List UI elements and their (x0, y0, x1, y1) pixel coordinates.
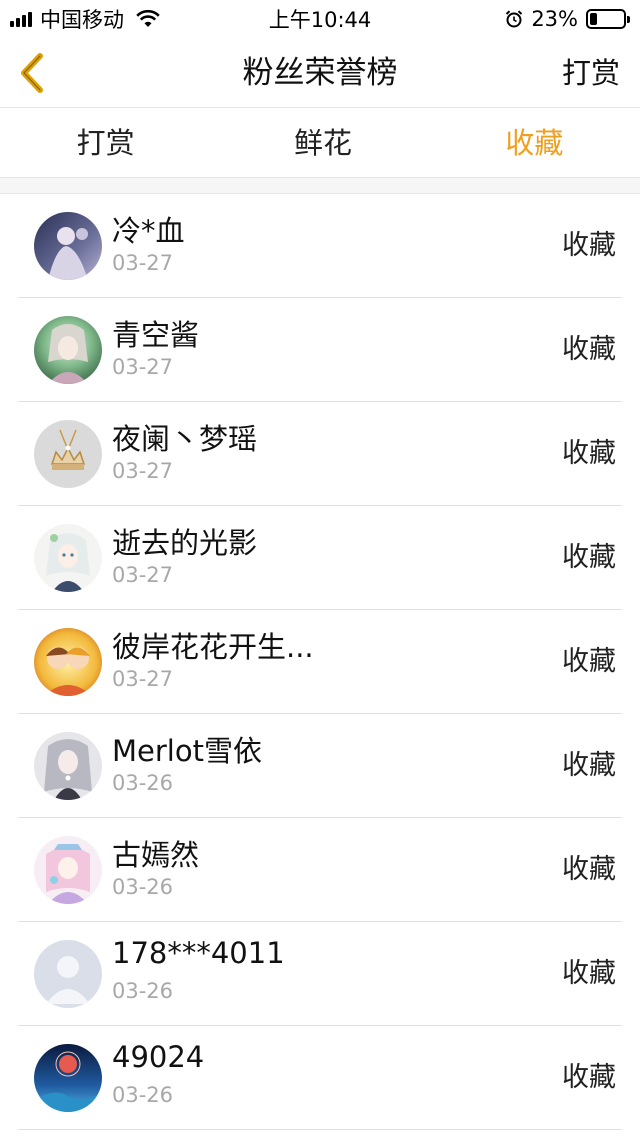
fan-name: 彼岸花花开生... (112, 630, 314, 664)
fan-date: 03-26 (112, 1083, 174, 1107)
list-item[interactable]: Merlot雪依 03-26 收藏 (18, 714, 622, 818)
avatar[interactable] (34, 1044, 102, 1112)
fan-date: 03-26 (112, 771, 174, 795)
list-item[interactable]: 彼岸花花开生... 03-27 收藏 (18, 610, 622, 714)
chevron-left-icon (21, 53, 43, 93)
fan-date: 03-27 (112, 667, 174, 691)
fan-name: 逝去的光影 (112, 526, 258, 560)
section-divider (0, 178, 640, 194)
avatar[interactable] (34, 420, 102, 488)
avatar[interactable] (34, 524, 102, 592)
fan-action: 收藏 (562, 1062, 616, 1093)
avatar[interactable] (34, 836, 102, 904)
alarm-icon (506, 10, 523, 28)
avatar[interactable] (34, 628, 102, 696)
fan-action: 收藏 (562, 854, 616, 885)
list-item[interactable]: 逝去的光影 03-27 收藏 (18, 506, 622, 610)
battery-fill (590, 13, 598, 25)
fan-action: 收藏 (562, 438, 616, 469)
fan-name: 青空酱 (112, 318, 200, 352)
fan-action: 收藏 (562, 334, 616, 365)
fan-date: 03-26 (112, 875, 174, 899)
list-item[interactable]: 青空酱 03-27 收藏 (18, 298, 622, 402)
fan-action: 收藏 (562, 542, 616, 573)
fan-name: 夜阑丶梦瑶 (112, 422, 258, 456)
fan-name: 178***4011 (112, 936, 285, 970)
fan-action: 收藏 (562, 646, 616, 677)
fan-name: 古嫣然 (112, 838, 200, 872)
avatar[interactable] (34, 940, 102, 1008)
fan-action: 收藏 (562, 958, 616, 989)
tip-button[interactable]: 打赏 (562, 38, 620, 108)
fan-list: 冷*血 03-27 收藏 青空酱 03-27 收藏 夜阑丶梦瑶 03-27 收藏 (0, 194, 640, 1130)
fan-date: 03-27 (112, 355, 174, 379)
avatar[interactable] (34, 212, 102, 280)
fan-date: 03-27 (112, 251, 174, 275)
list-item[interactable]: 夜阑丶梦瑶 03-27 收藏 (18, 402, 622, 506)
tab-flowers[interactable]: 鲜花 (217, 108, 428, 177)
fan-name: 冷*血 (112, 214, 185, 248)
tab-bar: 打赏 鲜花 收藏 (0, 108, 640, 178)
fan-name: Merlot雪依 (112, 734, 262, 768)
fan-date: 03-26 (112, 979, 174, 1003)
tab-favorites[interactable]: 收藏 (429, 108, 640, 177)
status-bar: 中国移动 上午10:44 23% (0, 0, 640, 38)
fan-name: 49024 (112, 1040, 205, 1074)
back-button[interactable] (14, 52, 50, 94)
nav-bar: 粉丝荣誉榜 打赏 (0, 38, 640, 108)
list-item[interactable]: 古嫣然 03-26 收藏 (18, 818, 622, 922)
fan-action: 收藏 (562, 230, 616, 261)
fan-date: 03-27 (112, 563, 174, 587)
avatar[interactable] (34, 316, 102, 384)
tab-tip[interactable]: 打赏 (0, 108, 217, 177)
list-item[interactable]: 178***4011 03-26 收藏 (18, 922, 622, 1026)
list-item[interactable]: 冷*血 03-27 收藏 (18, 194, 622, 298)
fan-action: 收藏 (562, 750, 616, 781)
avatar[interactable] (34, 732, 102, 800)
page-title: 粉丝荣誉榜 (242, 55, 398, 91)
list-item[interactable]: 49024 03-26 收藏 (18, 1026, 622, 1130)
default-user-icon (34, 940, 102, 1008)
battery-icon (586, 9, 630, 29)
status-right: 23% (505, 7, 630, 31)
battery-percent: 23% (531, 7, 578, 31)
fan-date: 03-27 (112, 459, 174, 483)
